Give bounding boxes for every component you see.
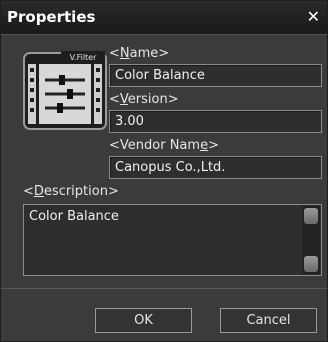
name-field[interactable]: Color Balance (109, 64, 322, 87)
scroll-up-button[interactable] (304, 208, 318, 224)
name-label: <Name> (109, 46, 170, 61)
icon-caption: V.Filter (70, 53, 98, 62)
version-label: <Version> (109, 92, 179, 107)
description-scrollbar[interactable] (302, 206, 320, 274)
description-field[interactable]: Color Balance (23, 204, 322, 276)
vendor-name-field[interactable]: Canopus Co.,Ltd. (109, 156, 322, 179)
dialog-title: Properties (7, 8, 96, 26)
close-icon[interactable]: ✕ (307, 7, 320, 26)
description-text: Color Balance (29, 209, 119, 224)
separator (1, 288, 327, 289)
scroll-down-button[interactable] (304, 256, 318, 272)
description-label: <Description> (23, 184, 119, 199)
properties-dialog: Properties ✕ V.Filter <Name> Color Balan… (0, 0, 328, 342)
cancel-button[interactable]: Cancel (220, 308, 317, 333)
ok-button[interactable]: OK (95, 308, 192, 333)
version-field[interactable]: 3.00 (109, 110, 322, 133)
title-bar: Properties ✕ (1, 1, 327, 35)
vendor-name-label: <Vendor Name> (109, 138, 219, 153)
video-filter-icon: V.Filter (23, 51, 107, 130)
